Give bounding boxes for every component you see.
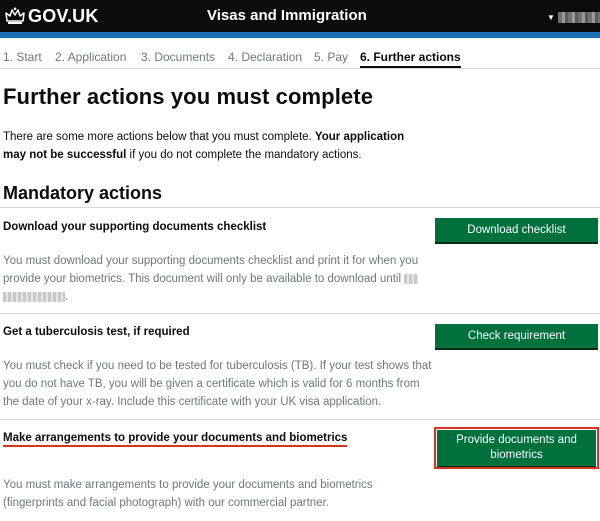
- account-menu[interactable]: ▼: [547, 10, 600, 24]
- check-requirement-button[interactable]: Check requirement: [435, 324, 598, 348]
- header-accent-bar: [0, 32, 600, 38]
- section-heading: Mandatory actions: [3, 183, 163, 203]
- step-further-actions: 6. Further actions: [360, 50, 461, 68]
- task-title-tb-test: Get a tuberculosis test, if required: [3, 326, 190, 338]
- divider: [0, 313, 600, 314]
- service-name[interactable]: Visas and Immigration: [207, 7, 367, 24]
- provide-documents-button[interactable]: Provide documents and biometrics: [434, 427, 599, 469]
- redacted-user-name: [557, 11, 600, 23]
- step-application[interactable]: 2. Application: [55, 50, 126, 64]
- divider: [0, 419, 600, 420]
- intro-plain: There are some more actions below that y…: [3, 131, 315, 143]
- task-title-biometrics: Make arrangements to provide your docume…: [3, 432, 348, 447]
- step-declaration[interactable]: 4. Declaration: [228, 50, 302, 64]
- redacted-date: [404, 273, 419, 284]
- step-documents[interactable]: 3. Documents: [141, 50, 215, 64]
- intro-rest: if you do not complete the mandatory act…: [126, 149, 362, 161]
- download-checklist-button[interactable]: Download checklist: [435, 218, 598, 242]
- intro-text: There are some more actions below that y…: [3, 128, 423, 164]
- task-description-biometrics: You must make arrangements to provide yo…: [3, 479, 373, 509]
- task-description-tb-test: You must check if you need to be tested …: [3, 360, 432, 408]
- task-description-checklist: You must download your supporting docume…: [3, 255, 419, 303]
- task-description-checklist-text: You must download your supporting docume…: [3, 255, 419, 285]
- step-pay[interactable]: 5. Pay: [314, 50, 348, 64]
- step-start[interactable]: 1. Start: [3, 50, 42, 64]
- page-title: Further actions you must complete: [3, 84, 374, 109]
- divider: [0, 207, 600, 208]
- global-header: GOV.UK Visas and Immigration ▼: [0, 0, 600, 32]
- govuk-logo-link[interactable]: GOV.UK: [28, 6, 99, 27]
- progress-steps: 1. Start 2. Application 3. Documents 4. …: [0, 46, 600, 69]
- chevron-down-icon: ▼: [547, 12, 555, 22]
- redacted-date: [3, 291, 65, 302]
- task-title-checklist: Download your supporting documents check…: [3, 221, 267, 233]
- crown-logo-icon: [5, 7, 25, 24]
